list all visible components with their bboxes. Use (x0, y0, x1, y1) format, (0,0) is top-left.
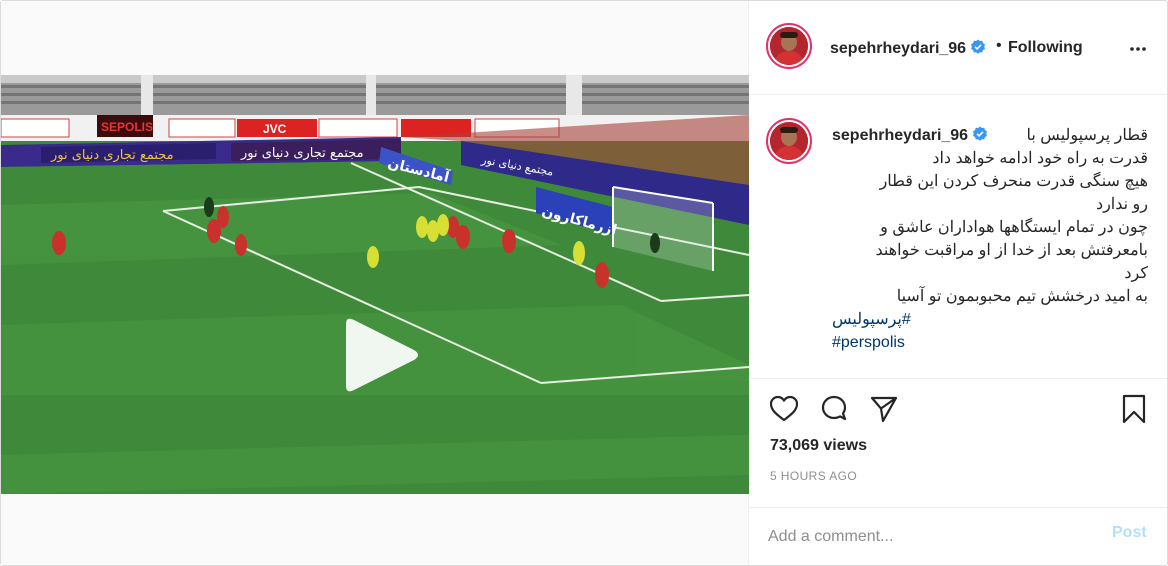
caption-line: کرد (1124, 265, 1148, 282)
verified-badge-icon (973, 126, 988, 141)
view-count[interactable]: 73,069 views (770, 437, 867, 455)
verified-badge-icon (971, 39, 986, 54)
header-username[interactable]: sepehrheydari_96 (830, 39, 986, 58)
following-button[interactable]: Following (1008, 39, 1083, 57)
caption-line: چون در تمام ایستگاهها هواداران عاشق و (880, 219, 1148, 236)
bookmark-icon[interactable] (1118, 393, 1150, 425)
username-text[interactable]: sepehrheydari_96 (830, 40, 966, 57)
video-frame: SEPOLIS JVC مجتمع تجاری دنیای نور مجتمع … (1, 75, 749, 494)
svg-text:مجتمع تجاری دنیای نور: مجتمع تجاری دنیای نور (50, 148, 174, 163)
heart-icon[interactable] (768, 393, 800, 425)
comments-area: sepehrheydari_96 قطار پرسپولیس با قدرت ب… (750, 96, 1167, 379)
avatar[interactable] (766, 23, 812, 69)
post-comment-button[interactable]: Post (1112, 524, 1147, 542)
action-bar (750, 393, 1167, 427)
hashtag-link[interactable]: #perspolis (832, 331, 1148, 354)
svg-text:مجتمع تجاری دنیای نور: مجتمع تجاری دنیای نور (240, 146, 364, 161)
comment-icon[interactable] (818, 393, 850, 425)
caption-username-text[interactable]: sepehrheydari_96 (832, 127, 968, 144)
post-header: sepehrheydari_96 • Following (750, 1, 1167, 95)
caption-line: قدرت به راه خود ادامه خواهد داد (932, 150, 1148, 167)
caption-avatar[interactable] (766, 118, 812, 164)
post-timestamp[interactable]: 5 HOURS AGO (770, 469, 857, 483)
svg-text:SEPOLIS: SEPOLIS (101, 120, 153, 134)
video-player[interactable]: SEPOLIS JVC مجتمع تجاری دنیای نور مجتمع … (1, 75, 749, 494)
caption: sepehrheydari_96 قطار پرسپولیس با قدرت ب… (832, 124, 1148, 354)
caption-line: قطار پرسپولیس با (1026, 127, 1148, 144)
comment-input[interactable] (768, 522, 1098, 552)
post-sidebar: sepehrheydari_96 • Following sepehrheyda… (750, 1, 1167, 565)
caption-line: هیچ سنگی قدرت منحرف کردن این قطار (879, 173, 1148, 190)
caption-line: رو ندارد (1095, 196, 1148, 213)
play-button[interactable] (334, 310, 424, 400)
caption-username[interactable]: sepehrheydari_96 (832, 124, 988, 147)
post-card: SEPOLIS JVC مجتمع تجاری دنیای نور مجتمع … (0, 0, 1168, 566)
media-pane: SEPOLIS JVC مجتمع تجاری دنیای نور مجتمع … (1, 1, 749, 565)
caption-line: به امید درخشش تیم محبوبمون تو آسیا (896, 288, 1148, 305)
caption-line: بامعرفتش بعد از خدا از او مراقبت خواهند (875, 242, 1148, 259)
separator-dot: • (996, 37, 1002, 54)
avatar-image (770, 27, 808, 65)
svg-text:JVC: JVC (263, 122, 287, 136)
more-horizontal-icon[interactable] (1126, 37, 1150, 61)
hashtag-link[interactable]: #پرسپولیس (832, 308, 1148, 331)
share-icon[interactable] (868, 393, 900, 425)
play-icon (346, 318, 418, 392)
avatar-image (770, 122, 808, 160)
add-comment-bar: Post (750, 507, 1167, 565)
